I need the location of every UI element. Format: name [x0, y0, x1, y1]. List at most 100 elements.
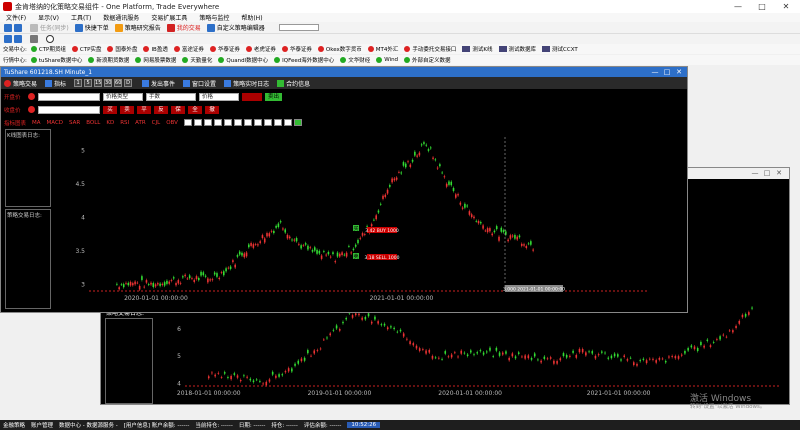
close-button[interactable]: ✕: [774, 0, 798, 13]
menu-tools[interactable]: 工具(T): [71, 13, 91, 22]
period-60[interactable]: 60: [114, 79, 123, 87]
back-close-button[interactable]: ✕: [773, 169, 785, 177]
toggle-checkbox[interactable]: [193, 119, 202, 126]
my-trades-button[interactable]: 我的交易: [166, 23, 201, 32]
link-tianqin[interactable]: 天勤量化: [182, 56, 212, 64]
front-close-button[interactable]: ✕: [673, 68, 685, 76]
contract-input-2[interactable]: [38, 105, 100, 114]
link-test-db[interactable]: 测试数据库: [498, 45, 536, 53]
toggle-checkbox[interactable]: [273, 119, 282, 126]
period-5[interactable]: 5: [84, 79, 93, 87]
front-maximize-button[interactable]: □: [661, 68, 673, 76]
link-tiger[interactable]: 老虎证券: [245, 45, 276, 53]
toggle-checkbox[interactable]: [243, 119, 252, 126]
toggle-checkbox[interactable]: [283, 119, 292, 126]
back-strategy-log-panel[interactable]: [105, 318, 153, 404]
menu-strategy[interactable]: 策略与监控: [199, 13, 229, 22]
link-manual[interactable]: 手动委托交易接口: [404, 45, 456, 53]
strategy-editor-button[interactable]: 自定义策略编辑器: [206, 23, 265, 32]
indicator-obv[interactable]: OBV: [166, 120, 178, 126]
link-guotai[interactable]: 国泰外盘: [107, 45, 137, 53]
toggle-checkbox-on[interactable]: [293, 119, 302, 126]
link-wenhua[interactable]: 文华财经: [340, 56, 370, 64]
contract-input[interactable]: [38, 92, 100, 101]
indicator-rsi[interactable]: RSI: [120, 120, 129, 126]
strategy-log-panel[interactable]: 策略交易日志:: [5, 209, 51, 309]
link-mt4[interactable]: MT4外汇: [367, 45, 398, 53]
minimize-button[interactable]: —: [726, 0, 750, 13]
front-kline-chart[interactable]: 3 3.5 4 4.5 5 2020-01-01 00:00:00 2021-01-01 0…: [57, 129, 687, 311]
reverse-button[interactable]: 反: [154, 105, 168, 114]
quick-order-button[interactable]: 快捷下单: [74, 23, 109, 32]
window-settings-button[interactable]: 窗口设置: [183, 79, 216, 88]
link-wind[interactable]: Wind: [376, 57, 398, 63]
link-huatai[interactable]: 华泰证券: [209, 45, 240, 53]
period-1[interactable]: 1: [74, 79, 83, 87]
link-test-kline[interactable]: 测试K线: [462, 45, 493, 53]
indicator-cjl[interactable]: CJL: [152, 120, 161, 126]
link-sina[interactable]: 新浪期货数据: [88, 56, 129, 64]
menu-help[interactable]: 帮助(H): [241, 13, 262, 22]
link-quandl[interactable]: Quandl数据中心: [218, 56, 268, 64]
indicator-boll[interactable]: BOLL: [86, 120, 100, 126]
link-iqfeed[interactable]: IQFeed海外数据中心: [274, 56, 334, 64]
indicator-atr[interactable]: ATR: [135, 120, 146, 126]
close-all-button[interactable]: 全: [188, 105, 202, 114]
toggle-checkbox[interactable]: [263, 119, 272, 126]
indicator-ma[interactable]: MA: [32, 120, 41, 126]
link-custom[interactable]: 外部自定义数据: [404, 56, 451, 64]
toolbar-search-input[interactable]: [278, 24, 319, 31]
menu-file[interactable]: 文件(F): [6, 13, 26, 22]
maximize-button[interactable]: □: [750, 0, 774, 13]
indicator-sar[interactable]: SAR: [69, 120, 80, 126]
toolbar-nav[interactable]: [4, 23, 24, 32]
kline-log-panel[interactable]: K线图表日志:: [5, 129, 51, 207]
period-d[interactable]: D: [124, 79, 133, 87]
period-15[interactable]: 15: [94, 79, 103, 87]
front-minimize-button[interactable]: —: [649, 68, 661, 76]
link-ib[interactable]: IB盈透: [143, 45, 168, 53]
back-minimize-button[interactable]: —: [749, 169, 761, 177]
menu-trade-tools[interactable]: 交易扩展工具: [151, 13, 187, 22]
link-netease[interactable]: 网易股票数据: [135, 56, 176, 64]
price-type-select[interactable]: 价格类型: [103, 92, 143, 101]
toggle-checkbox[interactable]: [223, 119, 232, 126]
link-okex[interactable]: Okex数字货币: [317, 45, 362, 53]
status-data-center[interactable]: 数据中心 - 数据源服务 -: [59, 421, 118, 429]
back-kline-chart[interactable]: 45672018-01-01 00:00:002019-01-01 00:00:…: [161, 298, 785, 406]
menu-view[interactable]: 显示(V): [38, 13, 59, 22]
cancel-order-button[interactable]: 撤: [205, 105, 219, 114]
price-input[interactable]: 价格: [199, 92, 239, 101]
layout-button[interactable]: [4, 35, 24, 43]
toggle-checkbox[interactable]: [183, 119, 192, 126]
link-futu[interactable]: 富途证券: [173, 45, 204, 53]
sell-button[interactable]: 卖出: [265, 92, 283, 101]
menu-data-service[interactable]: 数据通讯服务: [103, 13, 139, 22]
contract-info-button[interactable]: 合约信息: [277, 79, 310, 88]
strategy-report-button[interactable]: 策略研究报告: [114, 23, 161, 32]
toggle-checkbox[interactable]: [203, 119, 212, 126]
indicator-kd[interactable]: KD: [106, 120, 114, 126]
indicator-button[interactable]: 指标: [45, 79, 66, 88]
indicator-macd[interactable]: MACD: [47, 120, 64, 126]
status-account[interactable]: 账户管理: [31, 421, 53, 429]
strategy-trade-button[interactable]: 策略交易: [4, 79, 37, 88]
link-tushare[interactable]: tuShare数据中心: [30, 56, 82, 64]
send-event-button[interactable]: 发出事件: [142, 79, 175, 88]
buy-button[interactable]: 买: [103, 105, 117, 114]
back-maximize-button[interactable]: □: [761, 169, 773, 177]
link-test-ccxt[interactable]: 测试CCXT: [542, 45, 578, 53]
period-30[interactable]: 30: [104, 79, 113, 87]
strategy-log-button[interactable]: 策略实时日志: [224, 79, 269, 88]
status-strategy[interactable]: 金融策略: [3, 421, 25, 429]
protect-button[interactable]: 保: [171, 105, 185, 114]
close-position-button[interactable]: 平: [137, 105, 151, 114]
link-ctp-real[interactable]: CTP实盘: [71, 45, 101, 53]
target-button[interactable]: [46, 35, 56, 43]
sell-cell-button[interactable]: 卖: [120, 105, 134, 114]
toggle-checkbox[interactable]: [253, 119, 262, 126]
lots-input[interactable]: 手数: [146, 92, 196, 101]
front-chart-window[interactable]: TuShare 601218.SH Minute_1 — □ ✕ 策略交易 指标…: [0, 66, 688, 313]
link-ctp-group[interactable]: CTP期货组: [30, 45, 66, 53]
toggle-checkbox[interactable]: [213, 119, 222, 126]
